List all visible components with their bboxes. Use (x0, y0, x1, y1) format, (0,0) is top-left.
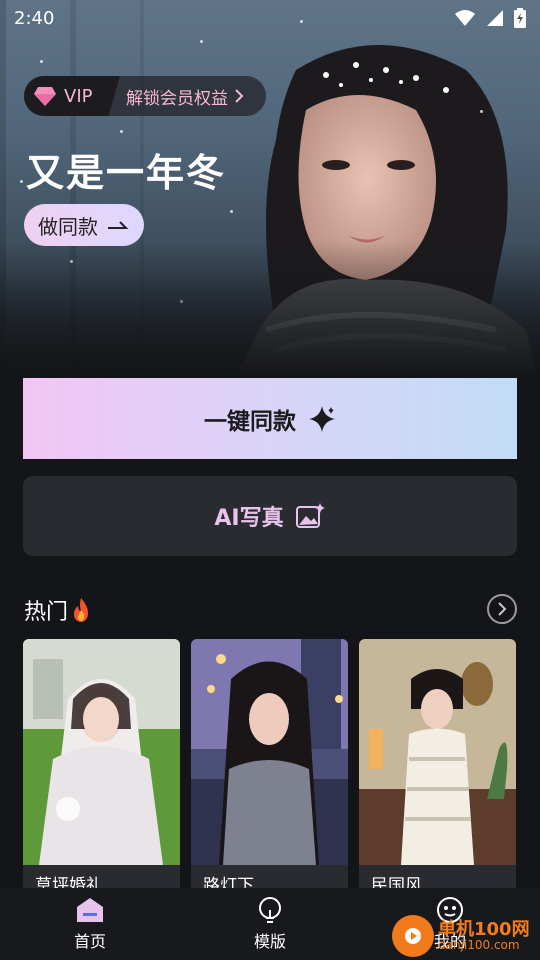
one-click-label: 一键同款 (204, 408, 296, 435)
card-image-wedding (23, 639, 180, 865)
ai-photo-button[interactable]: AI写真 (23, 476, 517, 556)
hero-fade (0, 240, 540, 380)
ai-photo-label: AI写真 (214, 506, 284, 531)
nav-item-home[interactable]: 首页 (0, 888, 180, 960)
nav-item-templates[interactable]: 模版 (180, 888, 360, 960)
site-watermark: 单机100网 danji100.com (392, 912, 540, 960)
fire-icon (74, 598, 89, 622)
template-card[interactable]: 草坪婚礼 (23, 639, 180, 899)
card-image-republic-era (359, 639, 516, 865)
vip-gem-icon (34, 87, 56, 106)
watermark-logo (392, 915, 434, 957)
image-sparkle-icon (295, 503, 325, 528)
signal-icon (487, 10, 503, 26)
make-same-label: 做同款 (38, 214, 98, 239)
wifi-icon (455, 10, 475, 26)
hot-more-button[interactable] (487, 594, 517, 624)
chevron-right-icon (235, 89, 244, 103)
hot-section-title: 热门 (24, 594, 92, 626)
template-card[interactable]: 路灯下 (191, 639, 348, 899)
vip-cta-label: 解锁会员权益 (126, 88, 228, 109)
status-time: 2:40 (14, 7, 55, 29)
chevron-right-icon (498, 602, 507, 616)
vip-label: VIP (64, 85, 93, 107)
sparkle-icon (309, 405, 335, 432)
home-icon (77, 898, 103, 922)
vip-banner-pill[interactable]: VIP 解锁会员权益 (24, 76, 266, 116)
watermark-domain: danji100.com (438, 938, 520, 953)
battery-icon (514, 8, 526, 28)
nav-label-home: 首页 (73, 932, 106, 951)
hero-title: 又是一年冬 (26, 151, 227, 195)
play-icon (405, 928, 421, 944)
bulb-icon (259, 897, 281, 923)
status-bar: 2:40 (0, 0, 540, 36)
make-same-button[interactable]: 做同款 (24, 204, 144, 246)
card-image-streetlight (191, 639, 348, 865)
one-click-same-button[interactable]: 一键同款 (23, 378, 517, 459)
arrow-right-icon (108, 221, 129, 229)
watermark-brand: 单机100网 (438, 918, 530, 940)
hot-title-label: 热门 (24, 600, 69, 625)
template-card[interactable]: 民国风 (359, 639, 516, 899)
nav-label-templates: 模版 (253, 932, 286, 951)
